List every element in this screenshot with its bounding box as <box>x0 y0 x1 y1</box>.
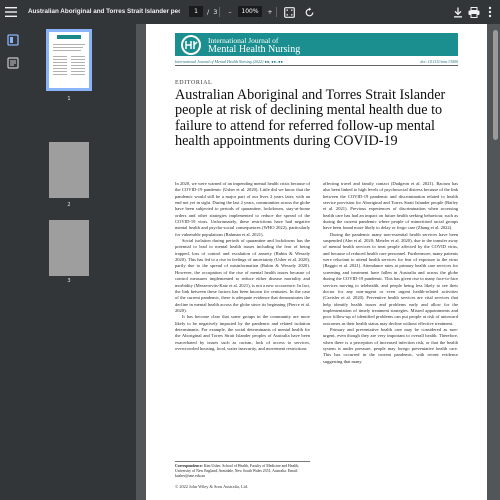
paragraph: In 2020, we were warned of an impending … <box>175 181 310 237</box>
paragraph: During the pandemic many non-essential h… <box>323 231 458 326</box>
journal-citation: International Journal of Mental Health N… <box>175 59 283 64</box>
copyright: © 2022 John Wiley & Sons Australia, Ltd. <box>175 484 249 489</box>
zoom-out-button[interactable]: – <box>225 8 235 16</box>
page-thumbnail-3[interactable] <box>49 220 89 276</box>
article-title: Australian Aboriginal and Torres Strait … <box>175 87 446 150</box>
scrollbar-thumb[interactable] <box>493 30 498 140</box>
thumbnail-number: 3 <box>67 278 71 284</box>
total-pages: 3 <box>213 7 218 16</box>
page-separator: / <box>207 7 210 16</box>
correspondence: Correspondence: Kim Usher, School of Hea… <box>175 461 310 479</box>
toolbar-divider <box>276 7 277 17</box>
section-label: EDITORIAL <box>175 80 213 86</box>
menu-icon[interactable] <box>4 5 18 19</box>
thumbnail-panel: 1 2 3 <box>28 24 136 500</box>
paragraph: Social isolation during periods of quara… <box>175 238 310 313</box>
thumbnail-number: 1 <box>67 96 71 102</box>
zoom-in-button[interactable]: + <box>265 8 275 16</box>
doi: doi: 10.1111/inm.13000 <box>420 59 458 64</box>
page-indicator: 1 / 3 <box>189 6 217 17</box>
pdf-toolbar: Australian Aboriginal and Torres Strait … <box>0 0 500 24</box>
fit-page-icon[interactable] <box>282 5 296 19</box>
journal-banner-title: Mental Health Nursing <box>208 43 301 55</box>
journal-banner: International Journal of Mental Health N… <box>175 33 458 56</box>
correspondence-label: Correspondence: <box>175 464 203 468</box>
journal-citation-line: International Journal of Mental Health N… <box>175 59 458 64</box>
page-number-input[interactable]: 1 <box>189 6 203 17</box>
zoom-input[interactable]: 100% <box>238 6 262 17</box>
page-thumbnail-2[interactable] <box>49 142 89 198</box>
outline-icon[interactable] <box>7 54 21 69</box>
document-title: Australian Aboriginal and Torres Strait … <box>28 8 180 15</box>
page-thumbnail-1[interactable] <box>46 29 92 91</box>
download-icon[interactable] <box>451 5 465 19</box>
pdf-page: International Journal of Mental Health N… <box>146 24 487 500</box>
body-column-left: In 2020, we were warned of an impending … <box>175 181 310 352</box>
sidebar-rail <box>0 24 28 500</box>
header-rule <box>175 65 458 66</box>
paragraph: It has become clear that some groups in … <box>175 314 310 351</box>
toolbar-divider <box>219 7 220 17</box>
thumbnail-number: 2 <box>67 202 71 208</box>
more-icon[interactable] <box>484 5 496 19</box>
paragraph: affecting travel and family contact (Dud… <box>323 181 458 231</box>
journal-logo-icon <box>180 34 202 56</box>
thumbnails-icon[interactable] <box>7 31 21 46</box>
paragraph: Primary and preventative health care may… <box>323 326 458 364</box>
rotate-icon[interactable] <box>302 5 316 19</box>
body-column-right: affecting travel and family contact (Dud… <box>323 181 458 365</box>
zoom-controls: – 100% + <box>225 6 275 17</box>
print-icon[interactable] <box>467 5 481 19</box>
